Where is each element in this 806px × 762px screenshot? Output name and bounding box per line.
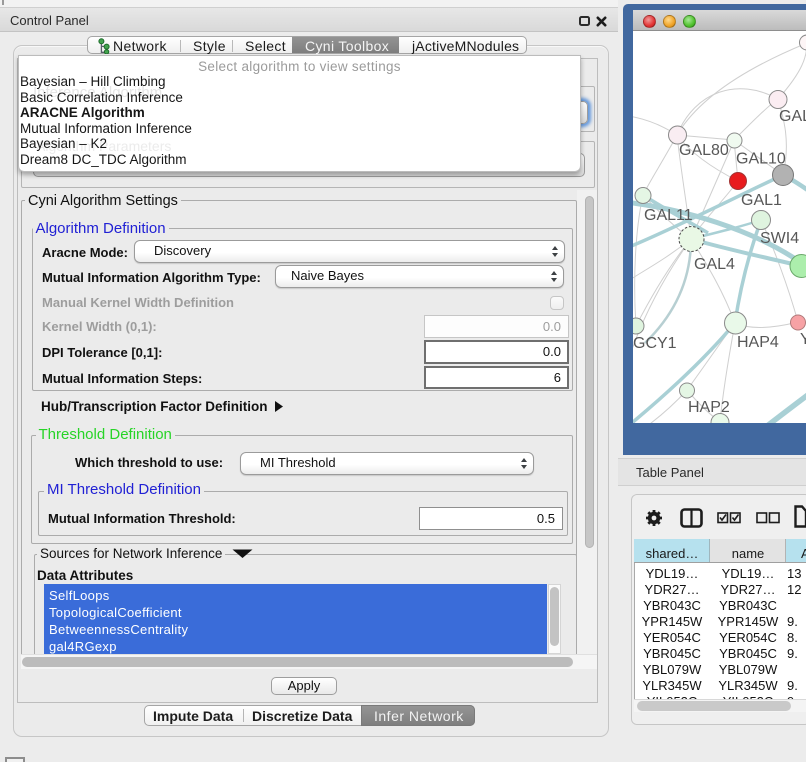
svg-text:GAL4: GAL4: [694, 256, 735, 273]
svg-text:HAP2: HAP2: [688, 399, 730, 416]
svg-text:GCY1: GCY1: [633, 335, 677, 352]
svg-text:GAL10: GAL10: [736, 151, 786, 168]
svg-text:GAL7: GAL7: [779, 108, 806, 125]
svg-text:SWI4: SWI4: [760, 230, 799, 247]
svg-text:GAL80: GAL80: [679, 142, 729, 159]
svg-text:GAL11: GAL11: [644, 207, 693, 224]
svg-text:GAL1: GAL1: [741, 192, 782, 209]
svg-text:HAP4: HAP4: [737, 334, 779, 351]
svg-text:Y: Y: [800, 331, 806, 348]
